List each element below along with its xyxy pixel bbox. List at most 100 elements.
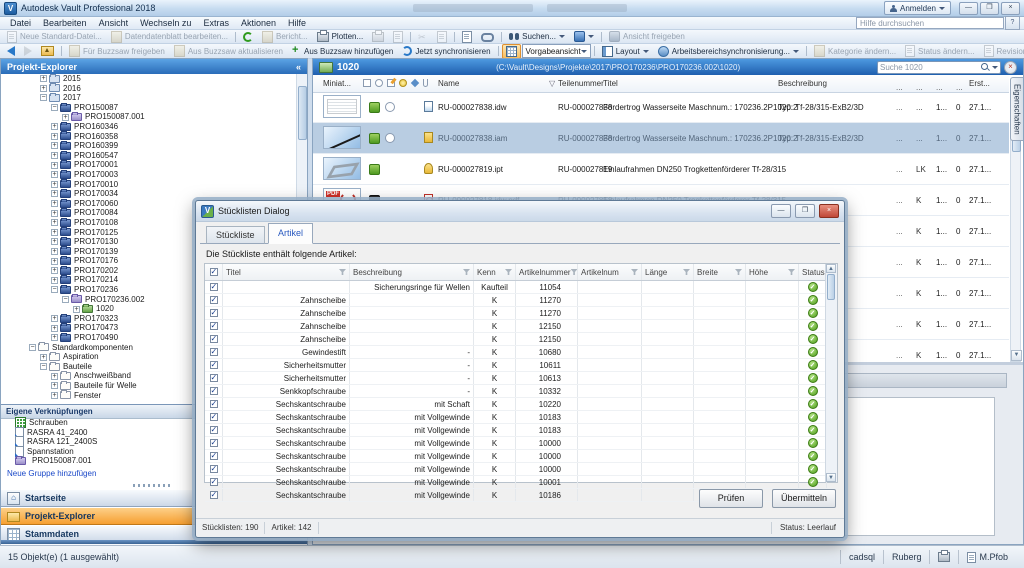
cell-select[interactable]	[205, 359, 223, 371]
cell-select[interactable]	[205, 307, 223, 319]
tree-expander-icon[interactable]: +	[51, 152, 58, 159]
search-options-icon[interactable]	[992, 66, 998, 69]
filter-icon[interactable]	[683, 269, 690, 275]
toolbar-button-plot[interactable]: Plotten...	[313, 31, 368, 43]
tree-item-pro170034[interactable]: +PRO170034	[1, 189, 297, 199]
cell-select[interactable]	[205, 437, 223, 449]
checked-checkbox[interactable]	[210, 452, 218, 460]
toolbar-button-search[interactable]: Suchen...	[505, 31, 569, 43]
column-status[interactable]: Status	[799, 264, 827, 280]
checked-checkbox[interactable]	[210, 478, 218, 486]
state-column-icon[interactable]	[375, 79, 383, 87]
filter-icon[interactable]	[788, 269, 795, 275]
toolbar-button-workspace-sync[interactable]: Arbeitsbereichsynchronisierung...	[654, 45, 803, 57]
cell-select[interactable]	[205, 294, 223, 306]
tree-item-pro160547[interactable]: +PRO160547	[1, 151, 297, 161]
menu-wechseln-zu[interactable]: Wechseln zu	[134, 18, 197, 28]
checked-checkbox[interactable]	[210, 439, 218, 447]
scroll-down-icon[interactable]: ▼	[1011, 350, 1022, 361]
tree-expander-icon[interactable]: +	[40, 354, 47, 361]
toolbar-button-buzzsaw-add[interactable]: +Aus Buzzsaw hinzufügen	[288, 45, 397, 57]
checked-checkbox[interactable]	[210, 400, 218, 408]
cell-select[interactable]	[205, 372, 223, 384]
checkbox-column-icon[interactable]	[363, 79, 371, 87]
tree-item-pro160399[interactable]: +PRO160399	[1, 141, 297, 151]
column-h-he[interactable]: Höhe	[746, 264, 799, 280]
menu-extras[interactable]: Extras	[197, 18, 235, 28]
collapse-panel-icon[interactable]: «	[296, 62, 301, 72]
hint-column-icon[interactable]	[399, 79, 407, 87]
article-row[interactable]: Sechskantschraubemit SchaftK10220✓	[205, 398, 837, 411]
scroll-up-icon[interactable]: ▲	[826, 264, 836, 273]
filter-icon[interactable]	[505, 269, 512, 275]
tree-expander-icon[interactable]: +	[51, 238, 58, 245]
minimize-button[interactable]: —	[959, 2, 978, 15]
article-row[interactable]: Sechskantschraubemit VollgewindeK10000✓	[205, 450, 837, 463]
tree-expander-icon[interactable]: +	[51, 325, 58, 332]
article-row[interactable]: Sechskantschraubemit VollgewindeK10183✓	[205, 411, 837, 424]
tree-expander-icon[interactable]: +	[73, 306, 80, 313]
column-narrow[interactable]: ...	[916, 83, 923, 92]
tree-expander-icon[interactable]: +	[40, 85, 47, 92]
column-kenn[interactable]: Kenn	[474, 264, 516, 280]
toolbar-button-new-doc[interactable]	[458, 31, 476, 43]
article-row[interactable]: ZahnscheibeK12150✓	[205, 333, 837, 346]
cell-select[interactable]	[205, 398, 223, 410]
scroll-down-icon[interactable]: ▼	[826, 473, 836, 482]
tree-expander-icon[interactable]: −	[62, 296, 69, 303]
column-narrow[interactable]: ...	[896, 83, 903, 92]
toolbar-button-folder-up[interactable]	[37, 45, 58, 57]
tree-item-2016[interactable]: +2016	[1, 84, 297, 94]
checked-checkbox[interactable]	[210, 413, 218, 421]
column-l-nge[interactable]: Länge	[642, 264, 694, 280]
toolbar-button-grid-view[interactable]	[502, 44, 521, 59]
checked-checkbox[interactable]	[210, 309, 218, 317]
uebermitteln-button[interactable]: Übermitteln	[772, 489, 836, 508]
tree-expander-icon[interactable]: +	[51, 210, 58, 217]
help-search-button[interactable]: ?	[1005, 16, 1020, 30]
cell-select[interactable]	[205, 346, 223, 358]
tree-item-2015[interactable]: +2015	[1, 74, 297, 84]
tree-item-pro150087[interactable]: −PRO150087	[1, 103, 297, 113]
article-row[interactable]: ZahnscheibeK11270✓	[205, 294, 837, 307]
filter-icon[interactable]	[463, 269, 470, 275]
cell-select[interactable]	[205, 450, 223, 462]
toolbar-button-refresh[interactable]	[239, 31, 257, 43]
cell-select[interactable]	[205, 476, 223, 488]
edit-column-icon[interactable]	[387, 79, 395, 87]
column-artikelnum[interactable]: Artikelnum	[578, 264, 642, 280]
tree-expander-icon[interactable]: −	[29, 344, 36, 351]
file-row-ru-000027819-ipt[interactable]: RU-000027819.iptRU-000027819Einlaufrahme…	[313, 154, 1009, 185]
cell-select[interactable]	[205, 463, 223, 475]
dialog-close-button[interactable]: ×	[819, 204, 839, 218]
tree-expander-icon[interactable]: +	[51, 267, 58, 274]
toolbar-button-sync[interactable]: Jetzt synchronisieren	[398, 45, 494, 57]
checked-checkbox[interactable]	[210, 335, 218, 343]
tree-expander-icon[interactable]: +	[51, 200, 58, 207]
menu-bearbeiten[interactable]: Bearbeiten	[37, 18, 93, 28]
checked-checkbox[interactable]	[210, 296, 218, 304]
view-select-combo[interactable]: Vorgabeansicht	[522, 44, 591, 58]
filter-icon[interactable]	[631, 269, 638, 275]
dialog-title-bar[interactable]: V Stücklisten Dialog — ❒ ×	[196, 201, 844, 222]
filter-icon[interactable]	[571, 269, 578, 275]
search-input[interactable]: Suche 1020	[877, 61, 1001, 74]
article-row[interactable]: Sicherungsringe für WellenKaufteil11054✓	[205, 281, 837, 294]
login-button[interactable]: Anmelden	[884, 1, 951, 15]
tree-expander-icon[interactable]: −	[40, 363, 47, 370]
tree-expander-icon[interactable]: +	[51, 258, 58, 265]
tree-expander-icon[interactable]: +	[51, 229, 58, 236]
toolbar-button-tools[interactable]	[570, 31, 598, 43]
tree-expander-icon[interactable]: +	[51, 162, 58, 169]
article-row[interactable]: Sicherheitsmutter-K10611✓	[205, 359, 837, 372]
tree-expander-icon[interactable]: +	[62, 114, 69, 121]
tree-expander-icon[interactable]: +	[51, 315, 58, 322]
article-row[interactable]: Sicherheitsmutter-K10613✓	[205, 372, 837, 385]
checked-checkbox[interactable]	[210, 348, 218, 356]
attachment-column-icon[interactable]	[423, 79, 428, 87]
tree-expander-icon[interactable]: +	[40, 75, 47, 82]
checked-checkbox[interactable]	[210, 322, 218, 330]
tree-item-pro170001[interactable]: +PRO170001	[1, 160, 297, 170]
close-search-icon[interactable]: ×	[1004, 61, 1017, 74]
tree-item-pro150087-001[interactable]: +PRO150087.001	[1, 112, 297, 122]
